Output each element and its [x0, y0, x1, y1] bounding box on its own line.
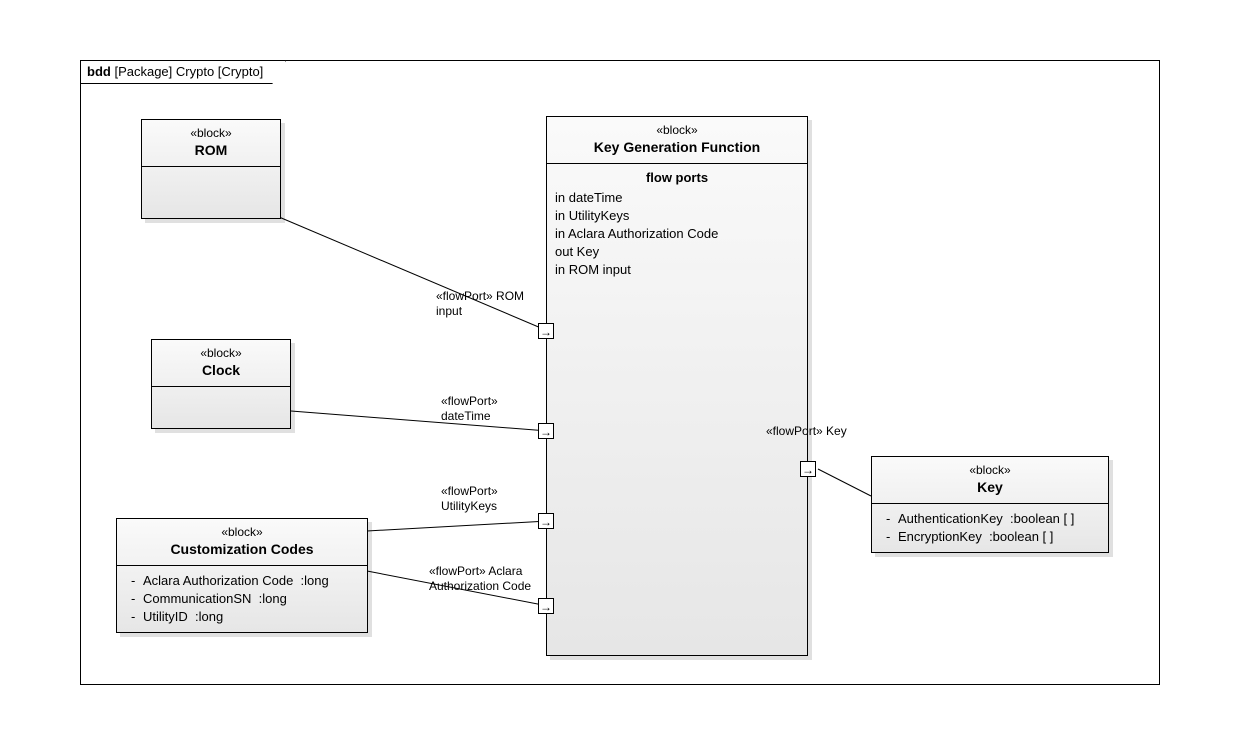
- block-clock-head: «block» Clock: [152, 340, 290, 387]
- flow-port-row: out Key: [555, 243, 799, 261]
- block-clock-body: [152, 387, 290, 399]
- block-clock-stereo: «block»: [156, 346, 286, 360]
- flow-port-row: in Aclara Authorization Code: [555, 225, 799, 243]
- attr-row: -EncryptionKey :boolean [ ]: [880, 528, 1100, 546]
- block-clock: «block» Clock: [151, 339, 291, 429]
- arrow-right-icon: →: [539, 600, 553, 614]
- port-label-utilitykeys: «flowPort» UtilityKeys: [441, 484, 498, 514]
- frame-scope: [Package] Crypto [Crypto]: [114, 64, 263, 79]
- block-clock-name: Clock: [156, 362, 286, 378]
- arrow-right-icon: →: [539, 425, 553, 439]
- port-label-datetime: «flowPort» dateTime: [441, 394, 498, 424]
- block-rom: «block» ROM: [141, 119, 281, 219]
- block-kgf-name: Key Generation Function: [551, 139, 803, 155]
- block-key-generation-function: «block» Key Generation Function flow por…: [546, 116, 808, 656]
- block-kgf-head: «block» Key Generation Function: [547, 117, 807, 164]
- block-customization-codes: «block» Customization Codes -Aclara Auth…: [116, 518, 368, 633]
- block-kgf-body: flow ports in dateTime in UtilityKeys in…: [547, 164, 807, 285]
- block-kgf-stereo: «block»: [551, 123, 803, 137]
- block-key-body: -AuthenticationKey :boolean [ ] -Encrypt…: [872, 504, 1108, 552]
- block-key-stereo: «block»: [876, 463, 1104, 477]
- flow-port-row: in UtilityKeys: [555, 207, 799, 225]
- port-rom-input: →: [538, 323, 554, 339]
- diagram-frame: bdd [Package] Crypto [Crypto] «block» RO…: [80, 60, 1160, 685]
- block-rom-head: «block» ROM: [142, 120, 280, 167]
- block-cust-name: Customization Codes: [121, 541, 363, 557]
- port-datetime: →: [538, 423, 554, 439]
- frame-title-tab: bdd [Package] Crypto [Crypto]: [80, 60, 286, 84]
- port-label-aclara: «flowPort» Aclara Authorization Code: [429, 564, 531, 594]
- block-cust-head: «block» Customization Codes: [117, 519, 367, 566]
- attr-row: -AuthenticationKey :boolean [ ]: [880, 510, 1100, 528]
- flow-port-row: in dateTime: [555, 189, 799, 207]
- attr-row: -CommunicationSN :long: [125, 590, 359, 608]
- flow-port-row: in ROM input: [555, 261, 799, 279]
- block-rom-name: ROM: [146, 142, 276, 158]
- attr-row: -Aclara Authorization Code :long: [125, 572, 359, 590]
- port-aclara-code: →: [538, 598, 554, 614]
- port-utilitykeys: →: [538, 513, 554, 529]
- block-rom-body: [142, 167, 280, 179]
- block-cust-body: -Aclara Authorization Code :long -Commun…: [117, 566, 367, 632]
- attr-row: -UtilityID :long: [125, 608, 359, 626]
- port-key-out: →: [800, 461, 816, 477]
- arrow-right-icon: →: [801, 463, 815, 477]
- arrow-right-icon: →: [539, 325, 553, 339]
- block-cust-stereo: «block»: [121, 525, 363, 539]
- block-key: «block» Key -AuthenticationKey :boolean …: [871, 456, 1109, 553]
- port-label-rom-input: «flowPort» ROM input: [436, 289, 524, 319]
- frame-prefix: bdd: [87, 64, 111, 79]
- block-rom-stereo: «block»: [146, 126, 276, 140]
- block-kgf-section: flow ports: [555, 170, 799, 185]
- block-key-name: Key: [876, 479, 1104, 495]
- arrow-right-icon: →: [539, 515, 553, 529]
- block-key-head: «block» Key: [872, 457, 1108, 504]
